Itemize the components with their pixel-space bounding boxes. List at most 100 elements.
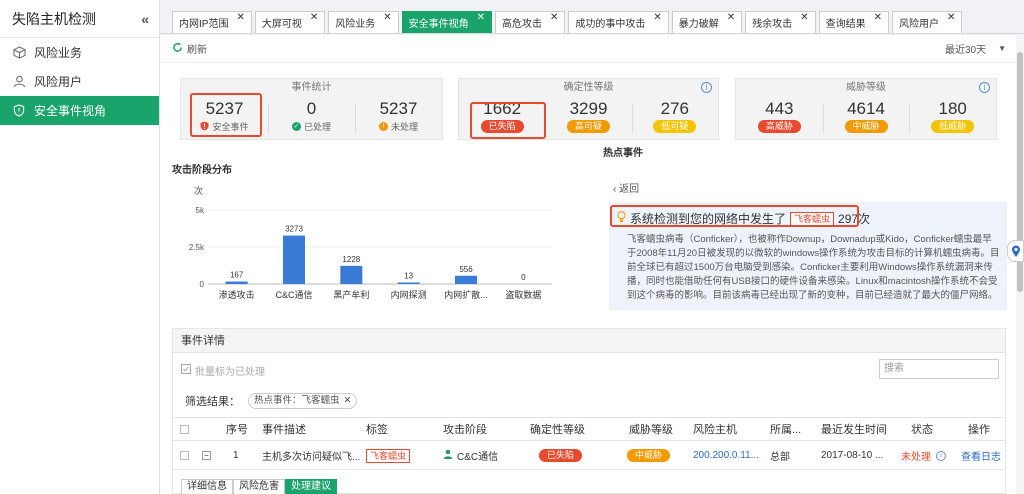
info-icon[interactable]: i <box>979 82 990 93</box>
x-tick-label: 内网探测 <box>391 289 427 300</box>
sidebar-item-risk-users[interactable]: 风险用户 <box>0 67 159 96</box>
data-label: 556 <box>459 265 473 274</box>
y-tick-label: 5k <box>196 206 205 215</box>
filter-label: 筛选结果： <box>185 396 240 408</box>
tab-intranet-ip[interactable]: 内网IP范围 ✕ <box>172 11 252 33</box>
col-action[interactable]: 操作 <box>968 418 990 440</box>
tab-big-screen[interactable]: 大屏可视 ✕ <box>254 11 326 33</box>
col-attack-stage[interactable]: 攻击阶段 <box>443 418 487 440</box>
close-icon[interactable]: ✕ <box>874 12 882 23</box>
highlight-box <box>470 102 546 139</box>
close-icon[interactable]: ✕ <box>800 12 808 23</box>
col-threat[interactable]: 威胁等级 <box>629 418 673 440</box>
col-tag[interactable]: 标签 <box>366 418 388 440</box>
refresh-icon <box>172 42 183 56</box>
sidebar-item-security-events[interactable]: 安全事件视角 <box>0 96 159 125</box>
stat-low-suspect[interactable]: 276 低可疑 <box>631 97 718 141</box>
stat-mid-threat[interactable]: 4614 中威胁 <box>822 97 910 141</box>
sidebar-item-label: 风险业务 <box>34 46 83 60</box>
subtab-handling-advice[interactable]: 处理建议 <box>285 479 337 494</box>
y-axis-label: 次 <box>194 185 203 196</box>
event-detail-panel: 事件详情 批量标为已处理 搜索 筛选结果： 热点事件：飞客蠕虫 ✕ 序号 事件描述… <box>172 328 1006 494</box>
close-icon[interactable]: ✕ <box>383 12 391 23</box>
highlight-box <box>190 93 262 137</box>
close-icon[interactable]: ✕ <box>947 12 955 23</box>
subtab-risk-harm[interactable]: 风险危害 <box>233 479 285 494</box>
bar <box>225 281 248 284</box>
select-all-checkbox[interactable] <box>180 418 189 440</box>
info-icon[interactable]: i <box>936 450 946 461</box>
stat-processed[interactable]: 0 ✓ 已处理 <box>268 97 355 141</box>
close-icon[interactable]: ✕ <box>310 12 318 23</box>
expand-icon[interactable]: − <box>202 442 211 469</box>
close-icon[interactable]: ✕ <box>477 12 485 23</box>
stat-unprocessed[interactable]: 5237 ! 未处理 <box>355 97 442 141</box>
row-time: 2017-08-10 ... <box>821 450 884 461</box>
sidebar: 失陷主机检测 « 风险业务 风险用户 安全事件视角 <box>0 0 160 494</box>
chart-title: 攻击阶段分布 <box>172 165 232 176</box>
tab-high-risk-attack[interactable]: 高危攻击 ✕ <box>495 11 566 33</box>
row-detail-tabs: 详细信息 风险危害 处理建议 <box>181 479 337 494</box>
close-icon[interactable]: ✕ <box>550 12 558 23</box>
col-certainty[interactable]: 确定性等级 <box>530 418 585 440</box>
col-index[interactable]: 序号 <box>226 418 248 440</box>
x-tick-label: 黑产牟利 <box>333 289 369 300</box>
col-risk-host[interactable]: 风险主机 <box>693 418 737 440</box>
threat-level-panel: 威胁等级 i 443 高威胁 4614 中威胁 180 低威胁 <box>735 78 997 140</box>
row-attack-stage: C&C通信 <box>443 442 498 469</box>
chevron-down-icon: ▼ <box>998 44 1006 53</box>
tab-residual-attack[interactable]: 残余攻击 ✕ <box>745 11 816 33</box>
location-pin-icon[interactable] <box>1007 240 1024 262</box>
time-range-select[interactable]: 最近30天 ▼ <box>945 41 1006 56</box>
row-status: 未处理 i <box>901 442 946 469</box>
row-certainty: 已失陷 <box>539 442 583 469</box>
bar <box>340 265 363 284</box>
info-icon[interactable]: i <box>701 82 712 93</box>
tab-risk-business[interactable]: 风险业务 ✕ <box>328 11 399 33</box>
filter-chip[interactable]: 热点事件：飞客蠕虫 ✕ <box>248 393 358 409</box>
stat-low-threat[interactable]: 180 低威胁 <box>909 97 996 141</box>
close-icon[interactable]: ✕ <box>653 12 661 23</box>
user-icon <box>443 449 453 462</box>
close-icon[interactable]: ✕ <box>344 394 352 408</box>
tab-query-results[interactable]: 查询结果 ✕ <box>818 11 889 33</box>
cube-icon <box>12 46 26 60</box>
level-badge: 低可疑 <box>653 120 697 133</box>
panel-title: 威胁等级 <box>846 82 886 93</box>
row-checkbox[interactable] <box>180 442 189 469</box>
col-group[interactable]: 所属... <box>770 418 801 440</box>
search-input[interactable]: 搜索 <box>879 359 999 379</box>
close-icon[interactable]: ✕ <box>236 12 244 23</box>
row-risk-host-link[interactable]: 200.200.0.11... <box>693 442 759 469</box>
tab-successful-attack[interactable]: 成功的事中攻击 ✕ <box>568 11 669 33</box>
tab-label: 暴力破解 <box>678 19 719 30</box>
subtab-details[interactable]: 详细信息 <box>181 479 233 494</box>
x-tick-label: 内网扩散... <box>444 289 488 300</box>
tab-label: 残余攻击 <box>752 19 793 30</box>
view-log-link[interactable]: 查看日志 <box>961 442 1001 469</box>
tab-security-events[interactable]: 安全事件视角 ✕ <box>401 11 493 33</box>
check-circle-icon: ✓ <box>291 122 301 131</box>
refresh-button[interactable]: 刷新 <box>172 41 207 56</box>
hot-events-title: 热点事件 <box>603 148 643 159</box>
level-badge: 中威胁 <box>844 120 888 133</box>
data-label: 0 <box>521 273 526 282</box>
stat-high-threat[interactable]: 443 高威胁 <box>736 97 823 141</box>
stat-value: 0 <box>306 99 317 118</box>
back-button[interactable]: ‹ 返回 <box>613 180 639 195</box>
tab-brute-force[interactable]: 暴力破解 ✕ <box>671 11 743 33</box>
stat-value: 3299 <box>569 99 608 118</box>
sidebar-item-risk-business[interactable]: 风险业务 <box>0 38 159 67</box>
stat-high-suspect[interactable]: 3299 高可疑 <box>545 97 631 141</box>
batch-mark-button[interactable]: 批量标为已处理 <box>181 363 265 378</box>
collapse-icon[interactable]: « <box>141 11 149 27</box>
tab-risk-users[interactable]: 风险用户 ✕ <box>891 11 963 33</box>
col-status[interactable]: 状态 <box>911 418 933 440</box>
level-badge: 高威胁 <box>757 120 801 133</box>
close-icon[interactable]: ✕ <box>727 12 735 23</box>
stat-label: 未处理 <box>390 122 418 132</box>
table-row[interactable]: − 1 主机多次访问疑似飞... 飞客蠕虫 C&C通信 已失陷 中威胁 200.… <box>173 442 1005 470</box>
col-description[interactable]: 事件描述 <box>262 418 306 440</box>
col-last-time[interactable]: 最近发生时间 <box>821 418 887 440</box>
batch-edit-icon <box>181 364 191 377</box>
